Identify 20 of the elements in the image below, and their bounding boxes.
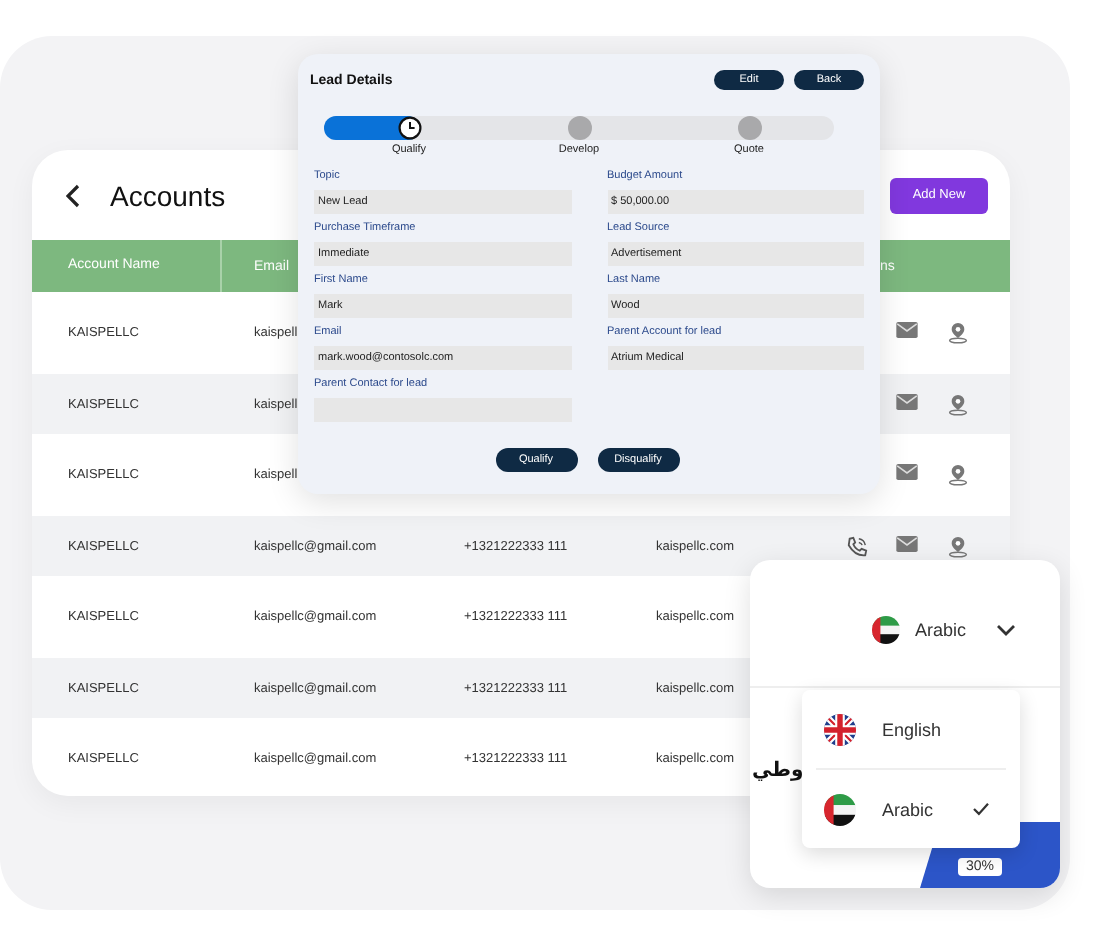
chevron-down-icon bbox=[996, 623, 1016, 635]
flag-icon bbox=[824, 713, 856, 745]
language-option[interactable]: English bbox=[816, 690, 1006, 768]
flag-icon bbox=[872, 615, 901, 643]
mail-icon[interactable] bbox=[896, 464, 918, 480]
phone-icon[interactable] bbox=[846, 535, 868, 557]
location-pin-icon[interactable] bbox=[947, 464, 967, 486]
location-pin-icon[interactable] bbox=[947, 322, 967, 344]
page-title: Accounts bbox=[110, 179, 226, 211]
language-select[interactable]: Arabic bbox=[872, 615, 1016, 643]
back-chevron-icon[interactable] bbox=[66, 183, 82, 207]
flag-icon bbox=[824, 793, 856, 825]
location-pin-icon[interactable] bbox=[947, 393, 967, 415]
check-icon bbox=[972, 802, 990, 816]
language-option[interactable]: Arabic bbox=[816, 768, 1006, 848]
mail-icon[interactable] bbox=[896, 535, 918, 551]
arabic-heading: وطي bbox=[752, 760, 804, 782]
location-pin-icon[interactable] bbox=[947, 535, 967, 557]
mail-icon[interactable] bbox=[896, 322, 918, 338]
mail-icon[interactable] bbox=[896, 393, 918, 409]
